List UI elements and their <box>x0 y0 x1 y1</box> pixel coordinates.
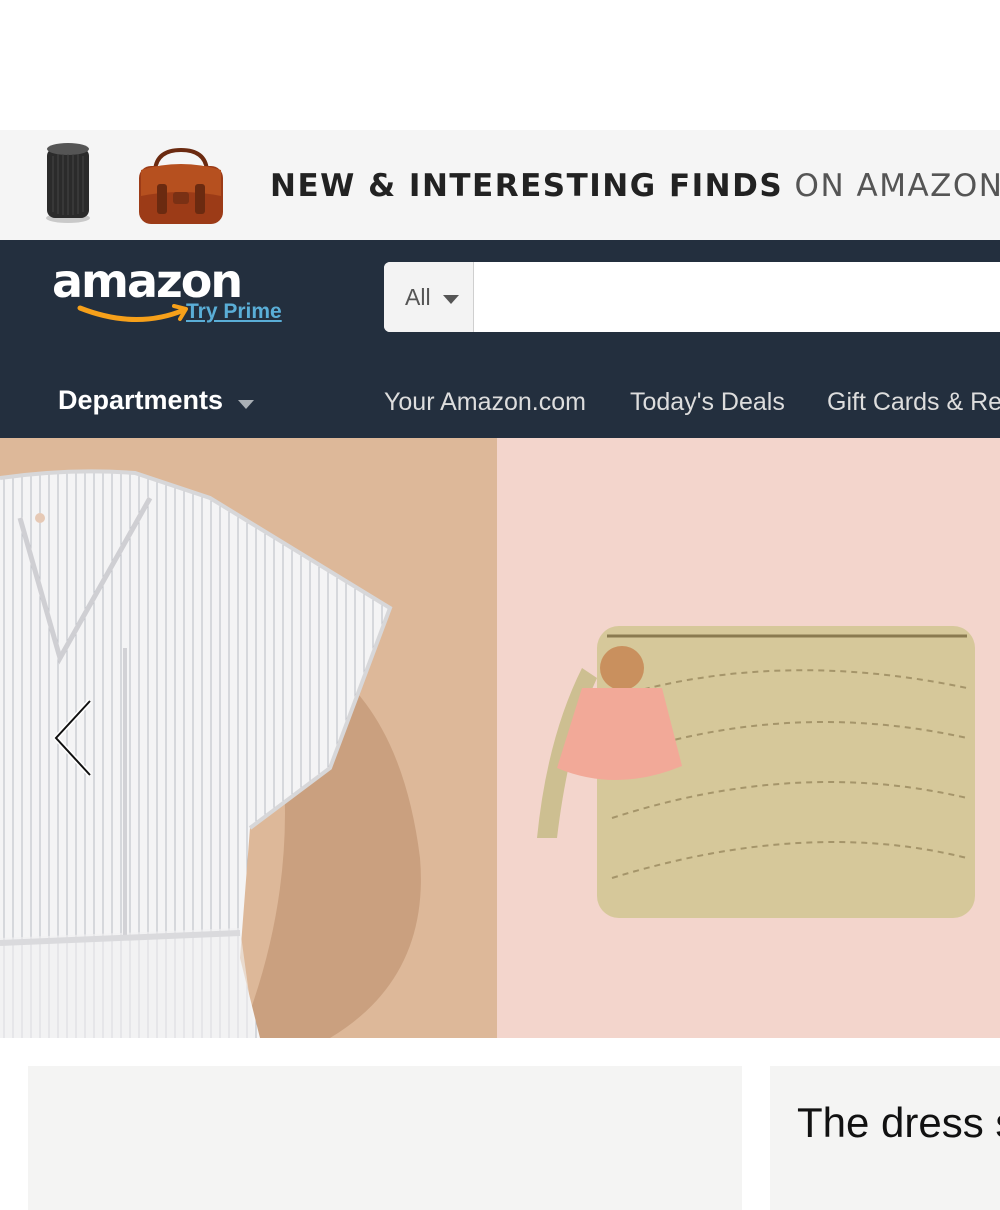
try-prime-link[interactable]: Try Prime <box>186 300 282 324</box>
promo-headline: NEW & INTERESTING FINDS ON AMAZON <box>270 168 1000 204</box>
content-card[interactable]: The dress s <box>770 1066 1000 1210</box>
promo-headline-strong: NEW & INTERESTING FINDS <box>270 168 784 204</box>
search-bar: All <box>384 262 1000 332</box>
hero-clutch-image <box>497 438 1000 1038</box>
search-scope-label: All <box>405 284 431 310</box>
caret-down-icon <box>237 400 254 410</box>
promo-headline-light: ON AMAZON <box>794 168 1000 204</box>
nav-link-gift-cards[interactable]: Gift Cards & Re <box>827 388 1000 417</box>
content-card[interactable] <box>28 1066 742 1210</box>
promo-banner[interactable]: NEW & INTERESTING FINDS ON AMAZON <box>0 130 1000 240</box>
caret-down-icon <box>443 295 459 304</box>
departments-menu[interactable]: Departments <box>58 385 254 416</box>
leather-bag-product-image <box>139 147 223 224</box>
hero-carousel[interactable] <box>0 438 1000 1038</box>
search-input[interactable] <box>475 262 1000 332</box>
nav-link-your-amazon[interactable]: Your Amazon.com <box>384 388 586 417</box>
search-scope-dropdown[interactable]: All <box>384 262 474 332</box>
nav-link-todays-deals[interactable]: Today's Deals <box>630 388 785 417</box>
departments-label: Departments <box>58 385 224 415</box>
amazon-logo[interactable]: amazon Try Prime <box>52 254 302 334</box>
speaker-product-image <box>46 143 90 223</box>
top-blank-area <box>0 0 1000 130</box>
chevron-left-icon[interactable] <box>44 693 104 783</box>
site-header: amazon Try Prime All Departments Your Am… <box>0 240 1000 438</box>
card-title: The dress s <box>797 1099 1000 1146</box>
